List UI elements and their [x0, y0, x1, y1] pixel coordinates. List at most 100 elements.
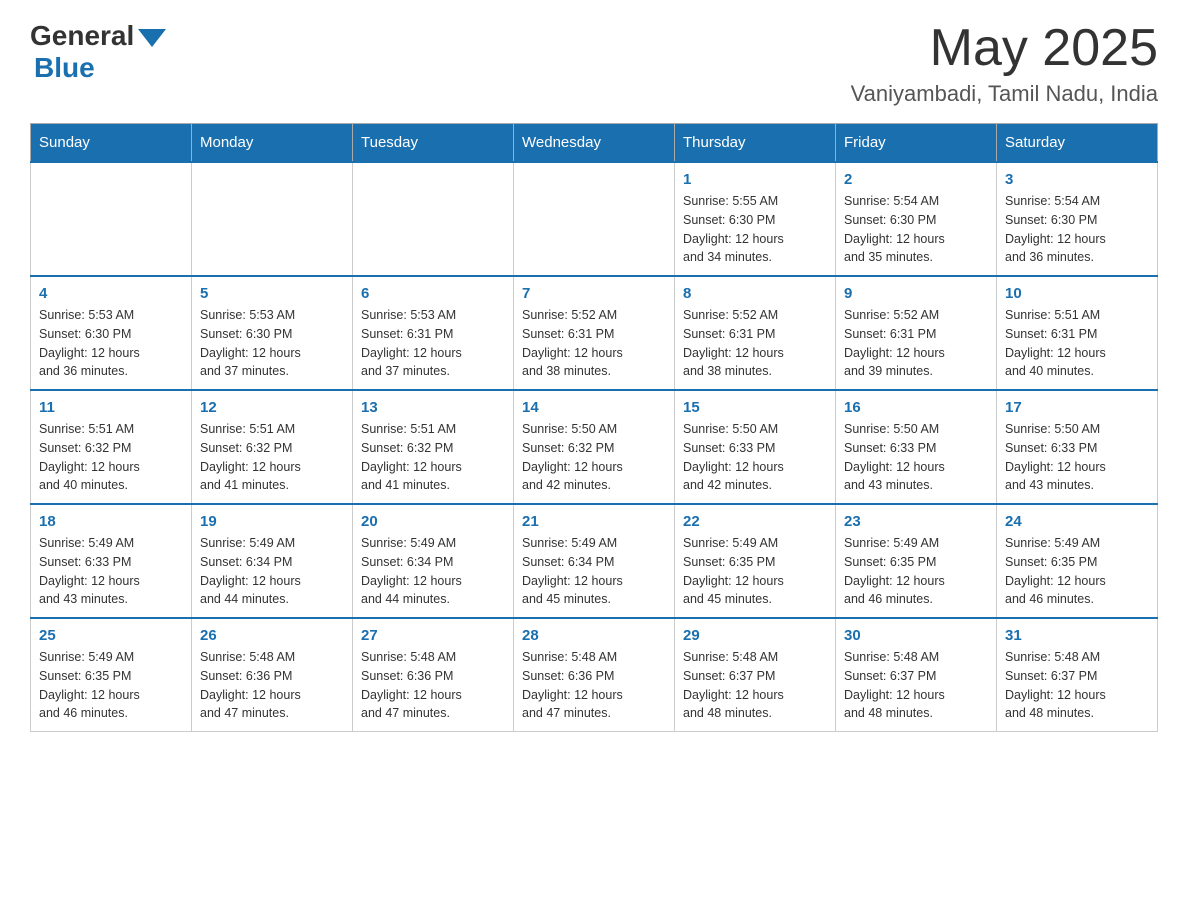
page-header: General Blue May 2025 Vaniyambadi, Tamil…: [30, 20, 1158, 107]
day-info: Sunrise: 5:49 AMSunset: 6:35 PMDaylight:…: [1005, 534, 1149, 609]
calendar-cell: 2 Sunrise: 5:54 AMSunset: 6:30 PMDaylight…: [836, 162, 997, 276]
day-info: Sunrise: 5:48 AMSunset: 6:37 PMDaylight:…: [844, 648, 988, 723]
day-number: 19: [200, 513, 344, 530]
day-number: 31: [1005, 627, 1149, 644]
day-info: Sunrise: 5:51 AMSunset: 6:32 PMDaylight:…: [200, 420, 344, 495]
calendar-cell: [31, 162, 192, 276]
day-number: 15: [683, 399, 827, 416]
calendar-cell: 27 Sunrise: 5:48 AMSunset: 6:36 PMDayligh…: [353, 618, 514, 732]
day-info: Sunrise: 5:51 AMSunset: 6:32 PMDaylight:…: [39, 420, 183, 495]
calendar-cell: 15 Sunrise: 5:50 AMSunset: 6:33 PMDayligh…: [675, 390, 836, 504]
day-info: Sunrise: 5:50 AMSunset: 6:33 PMDaylight:…: [844, 420, 988, 495]
calendar-week-row-1: 1 Sunrise: 5:55 AMSunset: 6:30 PMDaylight…: [31, 162, 1158, 276]
calendar-cell: 10 Sunrise: 5:51 AMSunset: 6:31 PMDayligh…: [997, 276, 1158, 390]
day-info: Sunrise: 5:52 AMSunset: 6:31 PMDaylight:…: [522, 306, 666, 381]
title-section: May 2025 Vaniyambadi, Tamil Nadu, India: [851, 20, 1158, 107]
calendar-cell: 4Sunrise: 5:53 AMSunset: 6:30 PMDaylight…: [31, 276, 192, 390]
month-title: May 2025: [851, 20, 1158, 77]
calendar-header-row: SundayMondayTuesdayWednesdayThursdayFrid…: [31, 124, 1158, 163]
calendar-table: SundayMondayTuesdayWednesdayThursdayFrid…: [30, 123, 1158, 732]
calendar-cell: 20Sunrise: 5:49 AMSunset: 6:34 PMDayligh…: [353, 504, 514, 618]
day-info: Sunrise: 5:50 AMSunset: 6:33 PMDaylight:…: [683, 420, 827, 495]
calendar-cell: 28 Sunrise: 5:48 AMSunset: 6:36 PMDayligh…: [514, 618, 675, 732]
day-info: Sunrise: 5:55 AMSunset: 6:30 PMDaylight:…: [683, 192, 827, 267]
calendar-cell: 23Sunrise: 5:49 AMSunset: 6:35 PMDayligh…: [836, 504, 997, 618]
day-number: 28: [522, 627, 666, 644]
day-number: 16: [844, 399, 988, 416]
logo-arrow-icon: [138, 29, 166, 47]
calendar-cell: 18Sunrise: 5:49 AMSunset: 6:33 PMDayligh…: [31, 504, 192, 618]
day-info: Sunrise: 5:48 AMSunset: 6:37 PMDaylight:…: [683, 648, 827, 723]
day-info: Sunrise: 5:51 AMSunset: 6:32 PMDaylight:…: [361, 420, 505, 495]
day-number: 29: [683, 627, 827, 644]
day-info: Sunrise: 5:48 AMSunset: 6:36 PMDaylight:…: [200, 648, 344, 723]
logo: General Blue: [30, 20, 166, 84]
calendar-cell: 30 Sunrise: 5:48 AMSunset: 6:37 PMDayligh…: [836, 618, 997, 732]
calendar-cell: 11 Sunrise: 5:51 AMSunset: 6:32 PMDayligh…: [31, 390, 192, 504]
day-info: Sunrise: 5:48 AMSunset: 6:36 PMDaylight:…: [522, 648, 666, 723]
calendar-cell: [353, 162, 514, 276]
day-info: Sunrise: 5:49 AMSunset: 6:35 PMDaylight:…: [844, 534, 988, 609]
day-number: 11: [39, 399, 183, 416]
day-info: Sunrise: 5:54 AMSunset: 6:30 PMDaylight:…: [844, 192, 988, 267]
calendar-cell: 8 Sunrise: 5:52 AMSunset: 6:31 PMDaylight…: [675, 276, 836, 390]
day-info: Sunrise: 5:49 AMSunset: 6:35 PMDaylight:…: [683, 534, 827, 609]
day-number: 2: [844, 171, 988, 188]
calendar-header-sunday: Sunday: [31, 124, 192, 163]
day-number: 18: [39, 513, 183, 530]
day-number: 4: [39, 285, 183, 302]
calendar-cell: 16 Sunrise: 5:50 AMSunset: 6:33 PMDayligh…: [836, 390, 997, 504]
calendar-cell: 12 Sunrise: 5:51 AMSunset: 6:32 PMDayligh…: [192, 390, 353, 504]
day-number: 1: [683, 171, 827, 188]
calendar-week-row-4: 18Sunrise: 5:49 AMSunset: 6:33 PMDayligh…: [31, 504, 1158, 618]
calendar-cell: [192, 162, 353, 276]
calendar-cell: 17 Sunrise: 5:50 AMSunset: 6:33 PMDayligh…: [997, 390, 1158, 504]
calendar-cell: 9Sunrise: 5:52 AMSunset: 6:31 PMDaylight…: [836, 276, 997, 390]
calendar-cell: 3Sunrise: 5:54 AMSunset: 6:30 PMDaylight…: [997, 162, 1158, 276]
day-number: 12: [200, 399, 344, 416]
day-number: 14: [522, 399, 666, 416]
day-number: 5: [200, 285, 344, 302]
day-number: 25: [39, 627, 183, 644]
day-number: 10: [1005, 285, 1149, 302]
day-number: 26: [200, 627, 344, 644]
day-number: 8: [683, 285, 827, 302]
calendar-cell: 24Sunrise: 5:49 AMSunset: 6:35 PMDayligh…: [997, 504, 1158, 618]
day-number: 6: [361, 285, 505, 302]
day-info: Sunrise: 5:53 AMSunset: 6:31 PMDaylight:…: [361, 306, 505, 381]
logo-general-text: General: [30, 20, 134, 52]
calendar-header-saturday: Saturday: [997, 124, 1158, 163]
day-number: 13: [361, 399, 505, 416]
day-info: Sunrise: 5:49 AMSunset: 6:34 PMDaylight:…: [361, 534, 505, 609]
calendar-cell: 21Sunrise: 5:49 AMSunset: 6:34 PMDayligh…: [514, 504, 675, 618]
day-number: 22: [683, 513, 827, 530]
day-info: Sunrise: 5:50 AMSunset: 6:33 PMDaylight:…: [1005, 420, 1149, 495]
calendar-cell: 14Sunrise: 5:50 AMSunset: 6:32 PMDayligh…: [514, 390, 675, 504]
day-info: Sunrise: 5:48 AMSunset: 6:36 PMDaylight:…: [361, 648, 505, 723]
day-number: 9: [844, 285, 988, 302]
calendar-cell: 19Sunrise: 5:49 AMSunset: 6:34 PMDayligh…: [192, 504, 353, 618]
day-number: 17: [1005, 399, 1149, 416]
calendar-header-friday: Friday: [836, 124, 997, 163]
calendar-header-tuesday: Tuesday: [353, 124, 514, 163]
calendar-cell: 29 Sunrise: 5:48 AMSunset: 6:37 PMDayligh…: [675, 618, 836, 732]
day-number: 7: [522, 285, 666, 302]
calendar-cell: 25 Sunrise: 5:49 AMSunset: 6:35 PMDayligh…: [31, 618, 192, 732]
calendar-header-monday: Monday: [192, 124, 353, 163]
day-info: Sunrise: 5:48 AMSunset: 6:37 PMDaylight:…: [1005, 648, 1149, 723]
calendar-week-row-3: 11 Sunrise: 5:51 AMSunset: 6:32 PMDayligh…: [31, 390, 1158, 504]
day-number: 30: [844, 627, 988, 644]
calendar-cell: 31 Sunrise: 5:48 AMSunset: 6:37 PMDayligh…: [997, 618, 1158, 732]
calendar-cell: 1 Sunrise: 5:55 AMSunset: 6:30 PMDaylight…: [675, 162, 836, 276]
day-number: 21: [522, 513, 666, 530]
calendar-cell: 26 Sunrise: 5:48 AMSunset: 6:36 PMDayligh…: [192, 618, 353, 732]
day-info: Sunrise: 5:52 AMSunset: 6:31 PMDaylight:…: [683, 306, 827, 381]
day-number: 3: [1005, 171, 1149, 188]
location-text: Vaniyambadi, Tamil Nadu, India: [851, 81, 1158, 107]
calendar-cell: 13 Sunrise: 5:51 AMSunset: 6:32 PMDayligh…: [353, 390, 514, 504]
day-number: 27: [361, 627, 505, 644]
calendar-cell: 7 Sunrise: 5:52 AMSunset: 6:31 PMDaylight…: [514, 276, 675, 390]
calendar-week-row-2: 4Sunrise: 5:53 AMSunset: 6:30 PMDaylight…: [31, 276, 1158, 390]
day-info: Sunrise: 5:49 AMSunset: 6:35 PMDaylight:…: [39, 648, 183, 723]
day-info: Sunrise: 5:51 AMSunset: 6:31 PMDaylight:…: [1005, 306, 1149, 381]
